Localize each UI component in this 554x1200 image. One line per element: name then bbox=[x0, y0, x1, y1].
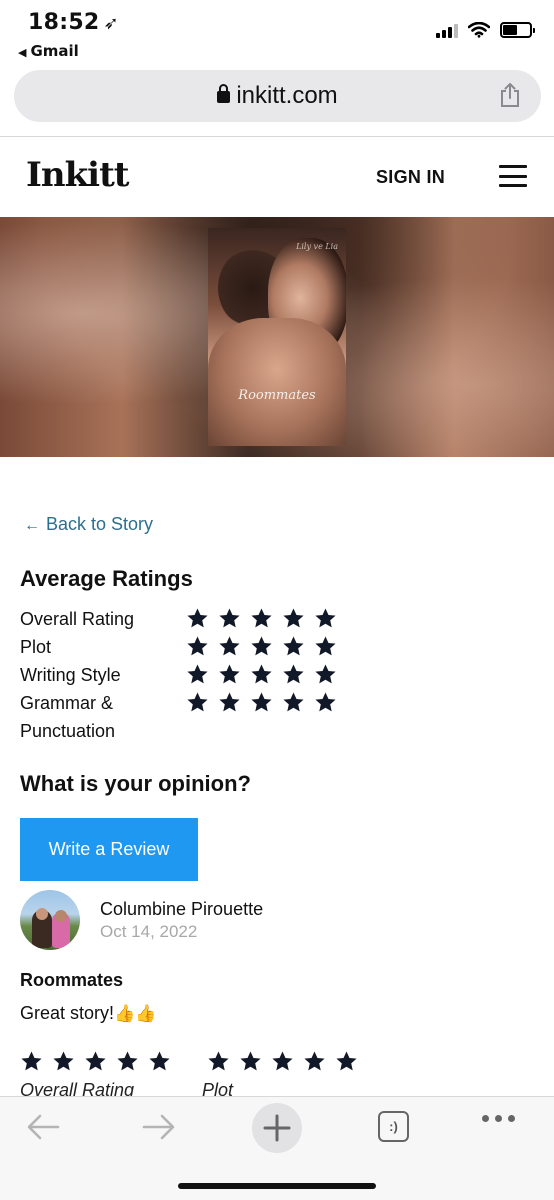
rating-label: Overall Rating bbox=[20, 609, 135, 629]
back-triangle-icon: ◀ bbox=[18, 46, 27, 59]
review-criteria-labels: Overall Rating Plot bbox=[20, 1080, 320, 1096]
star-icon bbox=[116, 1050, 139, 1073]
status-icons bbox=[436, 22, 535, 38]
wifi-icon bbox=[468, 22, 490, 38]
thumbs-up-icon: 👍 bbox=[114, 1004, 136, 1023]
star-icon bbox=[218, 691, 241, 714]
battery-icon bbox=[500, 22, 535, 38]
average-ratings-heading: Average Ratings bbox=[20, 566, 193, 591]
star-rating bbox=[186, 661, 337, 686]
review-text: Great story! bbox=[20, 1003, 115, 1023]
star-icon bbox=[303, 1050, 326, 1073]
star-icon bbox=[250, 635, 273, 658]
star-icon bbox=[282, 663, 305, 686]
star-icon bbox=[314, 607, 337, 630]
star-icon bbox=[314, 635, 337, 658]
star-icon bbox=[314, 691, 337, 714]
time-text: 18:52 bbox=[28, 10, 100, 35]
thumbs-up-icon: 👍 bbox=[135, 1004, 157, 1023]
star-icon bbox=[250, 663, 273, 686]
hero-banner: Lily ve Lia Roommates bbox=[0, 217, 554, 457]
star-icon bbox=[250, 691, 273, 714]
rating-label: Plot bbox=[20, 637, 52, 657]
star-icon bbox=[239, 1050, 262, 1073]
back-app-label: Gmail bbox=[30, 42, 79, 60]
cover-title: Roommates bbox=[238, 388, 316, 403]
url-display[interactable]: inkitt.com bbox=[14, 82, 541, 110]
star-icon bbox=[207, 1050, 230, 1073]
more-options-icon[interactable] bbox=[482, 1115, 515, 1122]
home-indicator bbox=[178, 1183, 376, 1189]
back-arrow-icon[interactable] bbox=[18, 1107, 68, 1147]
tabs-icon[interactable]: :) bbox=[378, 1111, 409, 1142]
book-cover[interactable]: Lily ve Lia Roommates bbox=[208, 228, 346, 446]
write-review-button[interactable]: Write a Review bbox=[20, 818, 198, 881]
star-icon bbox=[250, 607, 273, 630]
opinion-heading: What is your opinion? bbox=[20, 771, 251, 796]
star-icon bbox=[218, 607, 241, 630]
review-star-ratings bbox=[20, 1048, 358, 1073]
avatar[interactable] bbox=[20, 890, 80, 950]
star-icon bbox=[186, 691, 209, 714]
rating-label: Grammar & Punctuation bbox=[20, 693, 116, 741]
url-text: inkitt.com bbox=[236, 82, 338, 109]
star-rating-overall bbox=[20, 1048, 171, 1073]
star-icon bbox=[186, 635, 209, 658]
location-arrow-icon: ➶ bbox=[103, 13, 119, 34]
star-icon bbox=[282, 635, 305, 658]
sign-in-button[interactable]: SIGN IN bbox=[376, 167, 445, 188]
criteria-label-overall: Overall Rating bbox=[20, 1080, 135, 1096]
new-tab-plus-icon[interactable] bbox=[252, 1103, 302, 1153]
review-body: Great story!👍👍 bbox=[20, 1003, 156, 1024]
back-link-label: Back to Story bbox=[46, 514, 154, 534]
cover-author: Lily ve Lia bbox=[296, 242, 338, 251]
star-icon bbox=[218, 663, 241, 686]
star-icon bbox=[282, 607, 305, 630]
status-time: 18:52 ➶ bbox=[28, 10, 119, 35]
rating-row-grammar: Grammar & Punctuation bbox=[20, 689, 350, 745]
star-icon bbox=[282, 691, 305, 714]
rating-label: Writing Style bbox=[20, 665, 121, 685]
lock-icon bbox=[217, 84, 231, 103]
star-icon bbox=[148, 1050, 171, 1073]
star-icon bbox=[218, 635, 241, 658]
reviewer-name[interactable]: Columbine Pirouette bbox=[100, 899, 263, 920]
back-to-story-link[interactable]: ← Back to Story bbox=[24, 514, 153, 535]
rating-row-writing-style: Writing Style bbox=[20, 661, 350, 689]
review-title: Roommates bbox=[20, 970, 124, 990]
star-rating bbox=[186, 689, 337, 714]
star-icon bbox=[20, 1050, 43, 1073]
star-icon bbox=[335, 1050, 358, 1073]
average-ratings-table: Overall Rating Plot Writing Style Gramma… bbox=[20, 605, 350, 745]
rating-row-plot: Plot bbox=[20, 633, 350, 661]
star-icon bbox=[186, 663, 209, 686]
star-rating bbox=[186, 633, 337, 658]
star-icon bbox=[186, 607, 209, 630]
site-header: Inkitt SIGN IN bbox=[0, 137, 554, 217]
star-icon bbox=[314, 663, 337, 686]
arrow-left-icon: ← bbox=[24, 517, 40, 534]
inkitt-logo[interactable]: Inkitt bbox=[26, 155, 130, 195]
status-bar: 18:52 ➶ ◀ Gmail bbox=[0, 0, 554, 64]
review-date: Oct 14, 2022 bbox=[100, 922, 198, 941]
star-rating-plot bbox=[207, 1048, 358, 1073]
share-icon[interactable] bbox=[499, 82, 521, 108]
back-to-app-button[interactable]: ◀ Gmail bbox=[18, 42, 79, 60]
criteria-label-plot: Plot bbox=[202, 1080, 234, 1096]
star-icon bbox=[271, 1050, 294, 1073]
cellular-signal-icon bbox=[436, 22, 458, 38]
menu-icon[interactable] bbox=[499, 165, 527, 187]
url-bar[interactable]: inkitt.com bbox=[14, 70, 541, 122]
rating-row-overall: Overall Rating bbox=[20, 605, 350, 633]
forward-arrow-icon[interactable] bbox=[134, 1107, 184, 1147]
star-rating bbox=[186, 605, 337, 630]
star-icon bbox=[52, 1050, 75, 1073]
star-icon bbox=[84, 1050, 107, 1073]
